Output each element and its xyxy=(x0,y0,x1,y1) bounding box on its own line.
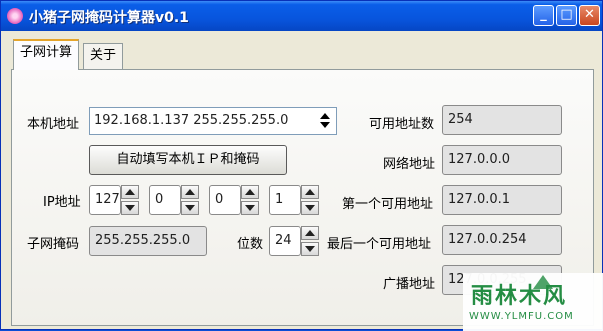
ip-octet-3-spinner[interactable] xyxy=(241,185,259,215)
network-address-label: 网络地址 xyxy=(383,157,436,172)
down-arrow-icon[interactable] xyxy=(301,242,319,256)
ip-label: IP地址 xyxy=(43,195,81,210)
tab-subnet-calc[interactable]: 子网计算 xyxy=(13,39,80,70)
autofill-ip-mask-button[interactable]: 自动填写本机ＩＰ和掩码 xyxy=(89,145,287,175)
last-usable-label: 最后一个可用地址 xyxy=(327,237,432,252)
tab-about[interactable]: 关于 xyxy=(83,43,124,69)
pig-app-icon xyxy=(7,8,23,24)
usable-count-label: 可用地址数 xyxy=(369,117,435,132)
up-arrow-icon[interactable] xyxy=(181,185,199,199)
broadcast-label: 广播地址 xyxy=(383,277,436,292)
bits-label: 位数 xyxy=(237,237,264,252)
up-arrow-icon[interactable] xyxy=(121,185,139,199)
host-address-select[interactable]: 192.168.1.137 255.255.255.0 xyxy=(89,107,337,135)
host-address-value: 192.168.1.137 255.255.255.0 xyxy=(94,113,289,128)
ip-octet-4[interactable]: 1 xyxy=(269,185,301,215)
watermark-text: 雨林木风 xyxy=(471,284,568,309)
title-bar[interactable]: 小猪子网掩码计算器v0.1 _ □ ✕ xyxy=(1,1,602,31)
bits-input[interactable]: 24 xyxy=(269,226,301,256)
ip-octet-2[interactable]: 0 xyxy=(149,185,181,215)
down-arrow-icon[interactable] xyxy=(241,201,259,215)
last-usable-value: 127.0.0.254 xyxy=(442,225,562,255)
close-button[interactable]: ✕ xyxy=(579,5,600,26)
network-address-value: 127.0.0.0 xyxy=(442,145,562,175)
down-arrow-icon[interactable] xyxy=(181,201,199,215)
maximize-button[interactable]: □ xyxy=(556,5,577,26)
down-arrow-icon[interactable] xyxy=(301,201,319,215)
host-address-label: 本机地址 xyxy=(27,117,80,132)
watermark-url: WWW.YLMFU.COM xyxy=(469,311,574,322)
combo-spinner-icon[interactable] xyxy=(316,110,334,132)
first-usable-value: 127.0.0.1 xyxy=(442,185,562,215)
ip-octet-2-spinner[interactable] xyxy=(181,185,199,215)
down-arrow-icon[interactable] xyxy=(121,201,139,215)
subnet-mask-value: 255.255.255.0 xyxy=(89,226,207,256)
bits-spinner[interactable] xyxy=(301,226,319,256)
ip-octet-4-spinner[interactable] xyxy=(301,185,319,215)
app-window: 小猪子网掩码计算器v0.1 _ □ ✕ 子网计算 关于 本机地址 192.168… xyxy=(0,0,603,331)
usable-count-value: 254 xyxy=(442,105,562,135)
window-title: 小猪子网掩码计算器v0.1 xyxy=(29,10,189,26)
ip-octet-1-spinner[interactable] xyxy=(121,185,139,215)
watermark: 雨林木风 WWW.YLMFU.COM xyxy=(463,273,603,331)
ip-octet-1[interactable]: 127 xyxy=(89,185,121,215)
subnet-mask-label: 子网掩码 xyxy=(27,237,80,252)
up-arrow-icon[interactable] xyxy=(301,226,319,240)
minimize-button[interactable]: _ xyxy=(533,5,554,26)
ip-octet-3[interactable]: 0 xyxy=(209,185,241,215)
first-usable-label: 第一个可用地址 xyxy=(342,197,434,212)
up-arrow-icon[interactable] xyxy=(241,185,259,199)
up-arrow-icon[interactable] xyxy=(301,185,319,199)
